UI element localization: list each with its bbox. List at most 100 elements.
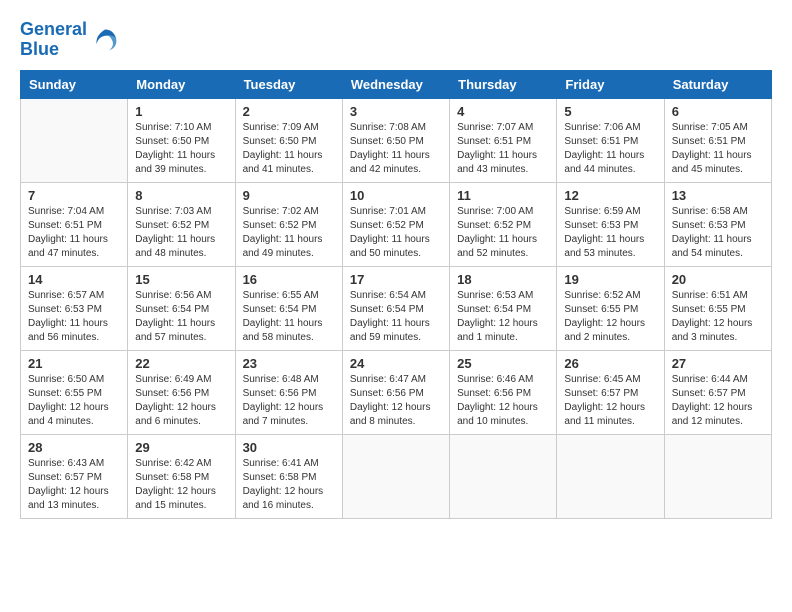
day-cell-5: 5 Sunrise: 7:06 AMSunset: 6:51 PMDaylight… — [557, 98, 664, 182]
day-cell-6: 6 Sunrise: 7:05 AMSunset: 6:51 PMDaylight… — [664, 98, 771, 182]
day-info: Sunrise: 6:41 AMSunset: 6:58 PMDaylight:… — [243, 457, 335, 513]
day-number: 24 — [350, 356, 442, 371]
day-cell-20: 20 Sunrise: 6:51 AMSunset: 6:55 PMDayligh… — [664, 266, 771, 350]
day-cell-26: 26 Sunrise: 6:45 AMSunset: 6:57 PMDayligh… — [557, 350, 664, 434]
day-cell-21: 21 Sunrise: 6:50 AMSunset: 6:55 PMDayligh… — [21, 350, 128, 434]
day-info: Sunrise: 7:03 AMSunset: 6:52 PMDaylight:… — [135, 205, 227, 261]
day-cell-23: 23 Sunrise: 6:48 AMSunset: 6:56 PMDayligh… — [235, 350, 342, 434]
day-cell-24: 24 Sunrise: 6:47 AMSunset: 6:56 PMDayligh… — [342, 350, 449, 434]
day-info: Sunrise: 7:01 AMSunset: 6:52 PMDaylight:… — [350, 205, 442, 261]
day-info: Sunrise: 6:56 AMSunset: 6:54 PMDaylight:… — [135, 289, 227, 345]
day-number: 11 — [457, 188, 549, 203]
day-info: Sunrise: 7:00 AMSunset: 6:52 PMDaylight:… — [457, 205, 549, 261]
day-cell-27: 27 Sunrise: 6:44 AMSunset: 6:57 PMDayligh… — [664, 350, 771, 434]
day-number: 21 — [28, 356, 120, 371]
weekday-header-tuesday: Tuesday — [235, 70, 342, 98]
day-number: 6 — [672, 104, 764, 119]
day-info: Sunrise: 7:10 AMSunset: 6:50 PMDaylight:… — [135, 121, 227, 177]
day-number: 2 — [243, 104, 335, 119]
empty-cell — [342, 434, 449, 518]
day-number: 29 — [135, 440, 227, 455]
day-info: Sunrise: 6:47 AMSunset: 6:56 PMDaylight:… — [350, 373, 442, 429]
day-number: 13 — [672, 188, 764, 203]
day-info: Sunrise: 6:43 AMSunset: 6:57 PMDaylight:… — [28, 457, 120, 513]
day-cell-1: 1 Sunrise: 7:10 AMSunset: 6:50 PMDaylight… — [128, 98, 235, 182]
day-info: Sunrise: 7:05 AMSunset: 6:51 PMDaylight:… — [672, 121, 764, 177]
day-info: Sunrise: 7:04 AMSunset: 6:51 PMDaylight:… — [28, 205, 120, 261]
day-number: 14 — [28, 272, 120, 287]
day-info: Sunrise: 6:53 AMSunset: 6:54 PMDaylight:… — [457, 289, 549, 345]
day-cell-9: 9 Sunrise: 7:02 AMSunset: 6:52 PMDaylight… — [235, 182, 342, 266]
day-number: 30 — [243, 440, 335, 455]
empty-cell — [450, 434, 557, 518]
day-number: 27 — [672, 356, 764, 371]
day-cell-29: 29 Sunrise: 6:42 AMSunset: 6:58 PMDayligh… — [128, 434, 235, 518]
day-info: Sunrise: 6:54 AMSunset: 6:54 PMDaylight:… — [350, 289, 442, 345]
day-info: Sunrise: 7:02 AMSunset: 6:52 PMDaylight:… — [243, 205, 335, 261]
general-blue-logo-icon — [91, 26, 119, 54]
day-cell-7: 7 Sunrise: 7:04 AMSunset: 6:51 PMDaylight… — [21, 182, 128, 266]
day-number: 1 — [135, 104, 227, 119]
day-number: 25 — [457, 356, 549, 371]
day-cell-11: 11 Sunrise: 7:00 AMSunset: 6:52 PMDayligh… — [450, 182, 557, 266]
day-number: 17 — [350, 272, 442, 287]
day-info: Sunrise: 6:46 AMSunset: 6:56 PMDaylight:… — [457, 373, 549, 429]
empty-cell — [21, 98, 128, 182]
day-cell-25: 25 Sunrise: 6:46 AMSunset: 6:56 PMDayligh… — [450, 350, 557, 434]
weekday-header-wednesday: Wednesday — [342, 70, 449, 98]
day-info: Sunrise: 6:51 AMSunset: 6:55 PMDaylight:… — [672, 289, 764, 345]
day-cell-14: 14 Sunrise: 6:57 AMSunset: 6:53 PMDayligh… — [21, 266, 128, 350]
weekday-header-monday: Monday — [128, 70, 235, 98]
day-number: 23 — [243, 356, 335, 371]
day-info: Sunrise: 6:52 AMSunset: 6:55 PMDaylight:… — [564, 289, 656, 345]
day-info: Sunrise: 6:57 AMSunset: 6:53 PMDaylight:… — [28, 289, 120, 345]
day-number: 10 — [350, 188, 442, 203]
day-cell-22: 22 Sunrise: 6:49 AMSunset: 6:56 PMDayligh… — [128, 350, 235, 434]
day-cell-12: 12 Sunrise: 6:59 AMSunset: 6:53 PMDayligh… — [557, 182, 664, 266]
day-info: Sunrise: 6:48 AMSunset: 6:56 PMDaylight:… — [243, 373, 335, 429]
day-cell-16: 16Sunrise: 6:55 AMSunset: 6:54 PMDayligh… — [235, 266, 342, 350]
day-cell-15: 15 Sunrise: 6:56 AMSunset: 6:54 PMDayligh… — [128, 266, 235, 350]
day-number: 20 — [672, 272, 764, 287]
day-info: Sunrise: 6:44 AMSunset: 6:57 PMDaylight:… — [672, 373, 764, 429]
day-cell-3: 3 Sunrise: 7:08 AMSunset: 6:50 PMDaylight… — [342, 98, 449, 182]
day-info: Sunrise: 6:55 AMSunset: 6:54 PMDaylight:… — [243, 289, 335, 345]
day-cell-4: 4 Sunrise: 7:07 AMSunset: 6:51 PMDaylight… — [450, 98, 557, 182]
day-cell-30: 30 Sunrise: 6:41 AMSunset: 6:58 PMDayligh… — [235, 434, 342, 518]
day-info: Sunrise: 6:59 AMSunset: 6:53 PMDaylight:… — [564, 205, 656, 261]
day-number: 18 — [457, 272, 549, 287]
weekday-header-friday: Friday — [557, 70, 664, 98]
day-info: Sunrise: 7:09 AMSunset: 6:50 PMDaylight:… — [243, 121, 335, 177]
day-info: Sunrise: 6:45 AMSunset: 6:57 PMDaylight:… — [564, 373, 656, 429]
day-number: 7 — [28, 188, 120, 203]
empty-cell — [557, 434, 664, 518]
day-number: 5 — [564, 104, 656, 119]
day-number: 26 — [564, 356, 656, 371]
day-number: 12 — [564, 188, 656, 203]
day-number: 8 — [135, 188, 227, 203]
empty-cell — [664, 434, 771, 518]
day-info: Sunrise: 6:42 AMSunset: 6:58 PMDaylight:… — [135, 457, 227, 513]
weekday-header-thursday: Thursday — [450, 70, 557, 98]
day-number: 19 — [564, 272, 656, 287]
day-number: 22 — [135, 356, 227, 371]
calendar-table: SundayMondayTuesdayWednesdayThursdayFrid… — [20, 70, 772, 519]
day-cell-10: 10 Sunrise: 7:01 AMSunset: 6:52 PMDayligh… — [342, 182, 449, 266]
day-info: Sunrise: 7:06 AMSunset: 6:51 PMDaylight:… — [564, 121, 656, 177]
day-info: Sunrise: 6:58 AMSunset: 6:53 PMDaylight:… — [672, 205, 764, 261]
day-cell-19: 19 Sunrise: 6:52 AMSunset: 6:55 PMDayligh… — [557, 266, 664, 350]
day-number: 4 — [457, 104, 549, 119]
weekday-header-saturday: Saturday — [664, 70, 771, 98]
day-number: 9 — [243, 188, 335, 203]
day-info: Sunrise: 6:50 AMSunset: 6:55 PMDaylight:… — [28, 373, 120, 429]
day-number: 15 — [135, 272, 227, 287]
day-number: 3 — [350, 104, 442, 119]
day-number: 28 — [28, 440, 120, 455]
day-info: Sunrise: 7:08 AMSunset: 6:50 PMDaylight:… — [350, 121, 442, 177]
weekday-header-sunday: Sunday — [21, 70, 128, 98]
day-info: Sunrise: 7:07 AMSunset: 6:51 PMDaylight:… — [457, 121, 549, 177]
day-cell-2: 2 Sunrise: 7:09 AMSunset: 6:50 PMDaylight… — [235, 98, 342, 182]
day-cell-8: 8 Sunrise: 7:03 AMSunset: 6:52 PMDaylight… — [128, 182, 235, 266]
day-cell-13: 13 Sunrise: 6:58 AMSunset: 6:53 PMDayligh… — [664, 182, 771, 266]
day-info: Sunrise: 6:49 AMSunset: 6:56 PMDaylight:… — [135, 373, 227, 429]
